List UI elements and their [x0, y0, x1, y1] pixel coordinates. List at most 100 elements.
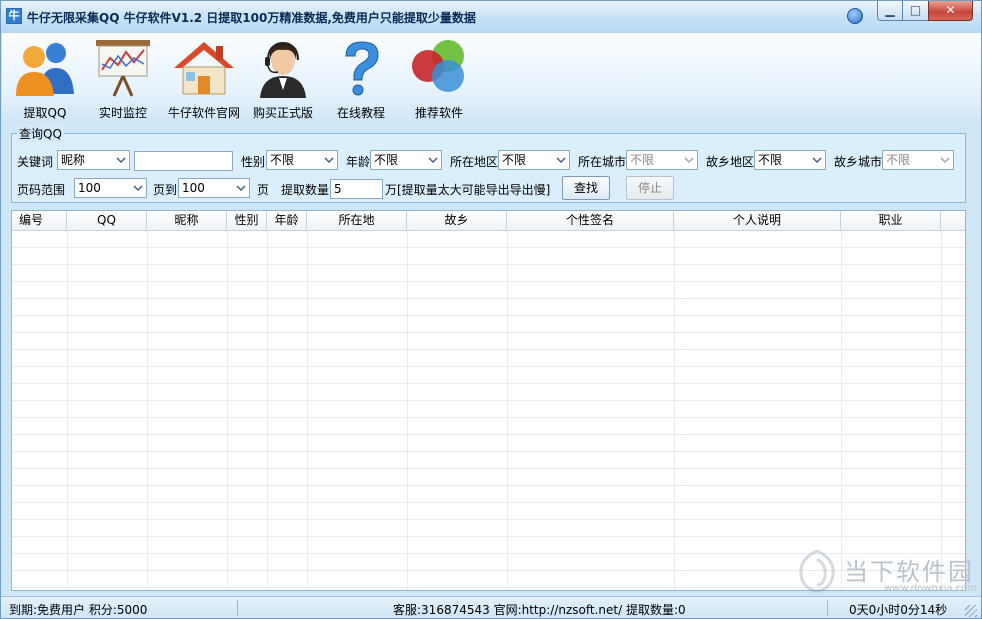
chevron-down-icon — [812, 157, 822, 164]
column-divider — [941, 231, 942, 590]
status-contact: 客服:316874543 官网:http://nzsoft.net/ 提取数量:… — [393, 603, 686, 617]
tool-buy[interactable]: 购买正式版 — [248, 35, 318, 121]
hometown-region-select[interactable]: 不限 — [754, 150, 826, 170]
column-header[interactable]: 所在地 — [307, 211, 407, 230]
stop-button[interactable]: 停止 — [626, 176, 674, 200]
city-select[interactable]: 不限 — [626, 150, 698, 170]
amount-note: 万[提取量太大可能导出导出慢] — [385, 183, 551, 197]
tool-recommend[interactable]: 推荐软件 — [406, 35, 472, 121]
column-divider — [507, 231, 508, 590]
chevron-down-icon — [133, 185, 143, 192]
headset-agent-icon — [260, 42, 306, 98]
title-bar[interactable]: 牛 牛仔无限采集QQ 牛仔软件V1.2 日提取100万精准数据,免费用户只能提取… — [1, 1, 981, 33]
column-divider — [227, 231, 228, 590]
chevron-down-icon — [324, 157, 334, 164]
column-header[interactable]: 性别 — [227, 211, 267, 230]
tool-label: 购买正式版 — [252, 106, 313, 120]
search-button[interactable]: 查找 — [562, 176, 610, 200]
minimize-button[interactable]: ▁ — [877, 1, 903, 21]
hometown-region-label: 故乡地区 — [706, 155, 755, 169]
tool-tutorial[interactable]: 在线教程 — [328, 35, 394, 121]
amount-input[interactable]: 5 — [330, 179, 383, 199]
close-button[interactable]: ✕ — [928, 1, 973, 21]
main-window: 牛 牛仔无限采集QQ 牛仔软件V1.2 日提取100万精准数据,免费用户只能提取… — [0, 0, 982, 619]
watermark-url: www.downxia.com — [884, 583, 978, 594]
column-divider — [267, 231, 268, 590]
region-label: 所在地区 — [450, 155, 499, 169]
page-from-value: 100 — [78, 181, 101, 195]
keyword-type-select[interactable]: 昵称 — [57, 150, 130, 170]
column-divider — [407, 231, 408, 590]
column-divider — [674, 231, 675, 590]
home-icon — [174, 42, 234, 95]
tool-label: 提取QQ — [23, 106, 67, 120]
tool-website[interactable]: 牛仔软件官网 — [162, 35, 246, 121]
users-icon — [16, 43, 74, 96]
column-header[interactable]: 编号 — [12, 211, 67, 230]
status-timer: 0天0小时0分14秒 — [849, 603, 948, 617]
column-header[interactable]: 故乡 — [407, 211, 507, 230]
column-divider — [307, 231, 308, 590]
watermark-text: 当下软件园 — [844, 558, 974, 586]
page-unit-label: 页 — [257, 183, 270, 197]
chevron-down-icon — [684, 157, 694, 164]
page-to-select[interactable]: 100 — [178, 178, 250, 198]
query-group-title: 查询QQ — [17, 125, 64, 142]
chart-board-icon — [96, 40, 150, 97]
table-body[interactable] — [12, 231, 965, 590]
keyword-input[interactable] — [134, 151, 233, 171]
amount-label: 提取数量 — [281, 183, 330, 197]
gender-label: 性别 — [241, 155, 266, 169]
status-divider — [237, 600, 238, 616]
chevron-down-icon — [940, 157, 950, 164]
status-bar: 到期:免费用户 积分:5000 客服:316874543 官网:http://n… — [1, 596, 981, 618]
page-range-label: 页码范围 — [17, 183, 66, 197]
city-label: 所在城市 — [578, 155, 627, 169]
keyword-label: 关键词 — [17, 155, 54, 169]
page-from-select[interactable]: 100 — [74, 178, 147, 198]
column-header[interactable]: 职业 — [841, 211, 941, 230]
region-select[interactable]: 不限 — [498, 150, 570, 170]
tool-label: 实时监控 — [98, 106, 147, 120]
hometown-region-value: 不限 — [758, 153, 783, 167]
question-icon — [345, 41, 379, 96]
column-header[interactable]: 昵称 — [147, 211, 227, 230]
app-icon: 牛 — [6, 8, 22, 24]
tool-monitor[interactable]: 实时监控 — [90, 35, 156, 121]
chevron-down-icon — [236, 185, 246, 192]
tool-label: 牛仔软件官网 — [167, 106, 240, 120]
table-header: 编号 QQ 昵称 性别 年龄 所在地 故乡 个性签名 个人说明 职业 — [12, 211, 965, 231]
keyword-type-value: 昵称 — [61, 153, 86, 167]
tool-extract-qq[interactable]: 提取QQ — [10, 35, 80, 121]
column-header[interactable]: 年龄 — [267, 211, 307, 230]
results-table[interactable]: 编号 QQ 昵称 性别 年龄 所在地 故乡 个性签名 个人说明 职业 — [11, 210, 966, 591]
chevron-down-icon — [428, 157, 438, 164]
status-divider — [827, 600, 828, 616]
hometown-city-select[interactable]: 不限 — [882, 150, 954, 170]
gender-value: 不限 — [270, 153, 295, 167]
chevron-down-icon — [116, 157, 126, 164]
tool-label: 在线教程 — [336, 106, 385, 120]
hometown-city-value: 不限 — [886, 153, 911, 167]
column-divider — [67, 231, 68, 590]
tray-icon[interactable] — [847, 8, 863, 24]
region-value: 不限 — [502, 153, 527, 167]
color-circles-icon — [412, 40, 464, 92]
resize-grip[interactable] — [965, 605, 977, 617]
tool-label: 推荐软件 — [414, 106, 463, 120]
page-to-value: 100 — [182, 181, 205, 195]
watermark-logo-icon — [799, 549, 835, 593]
hometown-city-label: 故乡城市 — [834, 155, 883, 169]
city-value: 不限 — [630, 153, 655, 167]
age-label: 年龄 — [346, 155, 371, 169]
column-header[interactable]: QQ — [67, 211, 147, 230]
maximize-button[interactable]: □ — [902, 1, 929, 21]
column-header[interactable]: 个人说明 — [674, 211, 841, 230]
gender-select[interactable]: 不限 — [266, 150, 338, 170]
status-account: 到期:免费用户 积分:5000 — [9, 603, 148, 617]
toolbar: 提取QQ 实时监控 牛仔软件官网 购买正式版 在线教程 推荐软件 — [2, 33, 981, 123]
column-header[interactable]: 个性签名 — [507, 211, 674, 230]
page-to-label: 页到 — [153, 183, 178, 197]
column-divider — [147, 231, 148, 590]
age-select[interactable]: 不限 — [370, 150, 442, 170]
